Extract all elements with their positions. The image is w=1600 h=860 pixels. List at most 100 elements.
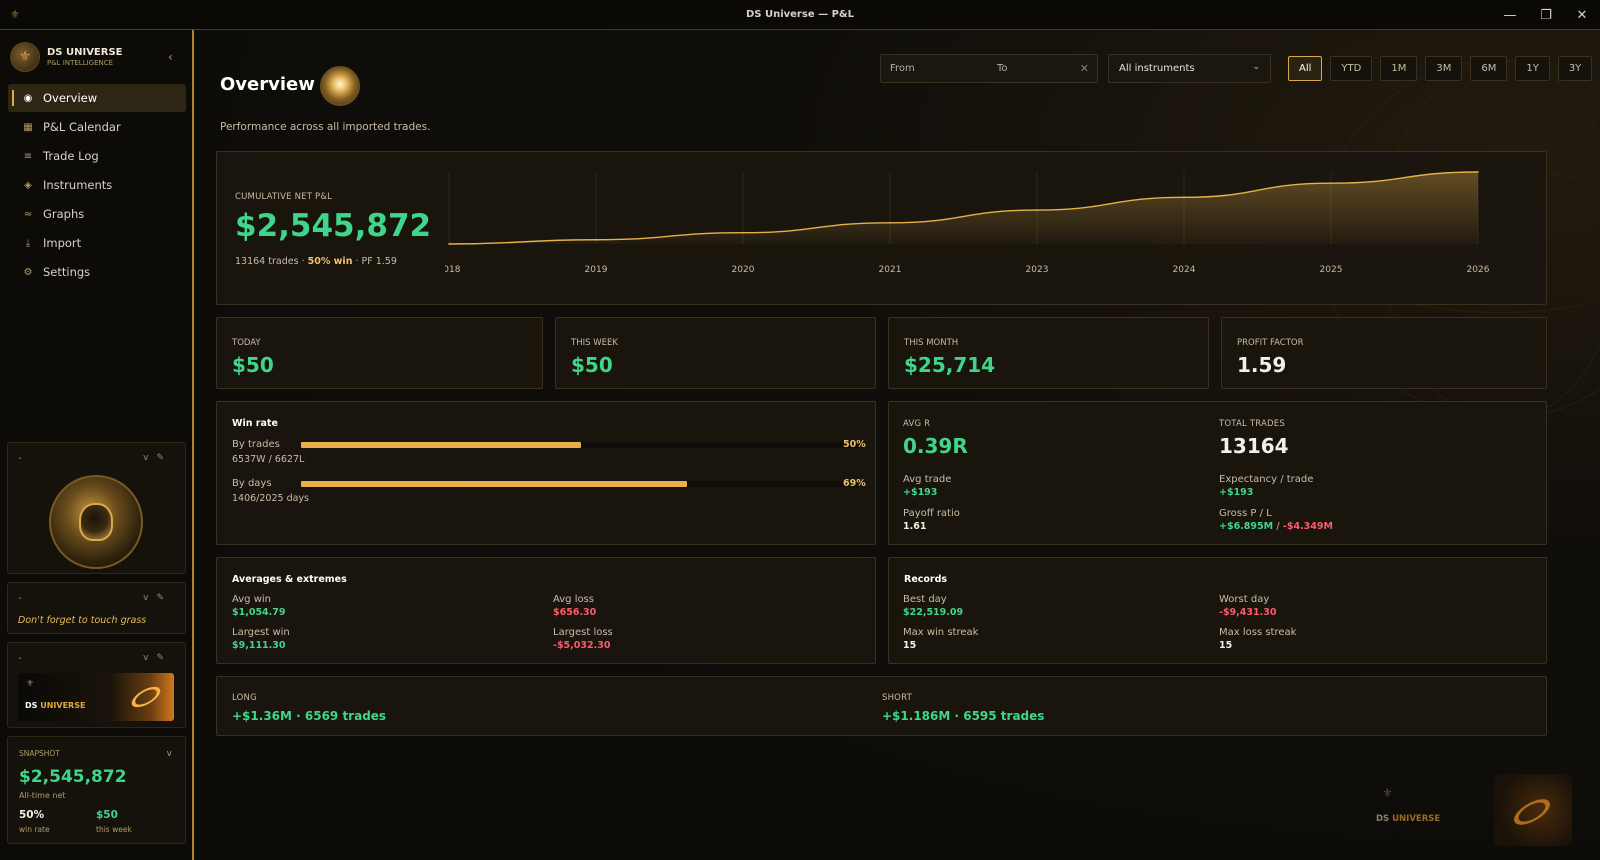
section-title: Records <box>904 574 948 585</box>
chart-point <box>1036 209 1038 211</box>
edit-icon[interactable]: ✎ <box>156 593 172 603</box>
chevron-down-icon[interactable]: v <box>143 593 156 603</box>
gear-icon: ⚙ <box>23 266 33 278</box>
progress-fill <box>301 442 581 448</box>
calendar-icon: ▦ <box>23 121 33 133</box>
chevron-down-icon[interactable]: v <box>167 749 172 759</box>
best-day-value: $22,519.09 <box>903 607 964 618</box>
snapshot-value: $2,545,872 <box>19 767 127 787</box>
range-tab-6m[interactable]: 6M <box>1470 56 1508 81</box>
edit-icon[interactable]: ✎ <box>156 653 172 663</box>
stat-value: $50 <box>571 353 613 377</box>
stat-value: $50 <box>232 353 274 377</box>
sidebar-item-label: Graphs <box>43 207 85 221</box>
stat-card-this-week: THIS WEEK $50 <box>555 317 876 389</box>
chart-x-tick-label: 2018 <box>445 265 461 275</box>
snapshot-win-rate-label: win rate <box>19 825 50 834</box>
close-icon[interactable]: ✕ <box>1564 0 1600 30</box>
summary-card: AVG R 0.39R TOTAL TRADES 13164 Avg trade… <box>888 401 1547 545</box>
largest-win-label: Largest win <box>232 627 290 638</box>
banner-logo-icon: ⚜ <box>26 679 35 689</box>
range-tab-1y[interactable]: 1Y <box>1515 56 1550 81</box>
clear-icon[interactable]: ✕ <box>1080 62 1089 75</box>
chevron-down-icon[interactable]: v <box>143 653 156 663</box>
page-title: Overview <box>220 74 315 95</box>
brand-name: DS UNIVERSE <box>47 47 123 58</box>
from-date-field[interactable]: From <box>890 63 915 74</box>
by-trades-progress-bar <box>301 442 861 448</box>
cumulative-pl-card: CUMULATIVE NET P&L $2,545,872 13164 trad… <box>216 151 1547 305</box>
total-trades-value: 13164 <box>1219 434 1289 458</box>
planet-ring-icon <box>1510 794 1554 830</box>
by-days-label: By days <box>232 478 272 489</box>
chart-x-tick-label: 2026 <box>1467 265 1490 275</box>
chart-x-tick-label: 2019 <box>585 265 608 275</box>
chart-point <box>889 221 891 224</box>
by-days-pct: 69% <box>843 478 866 489</box>
max-win-streak-value: 15 <box>903 640 917 651</box>
sidebar-item-trade-log[interactable]: ≡ Trade Log <box>8 142 186 170</box>
date-range-input[interactable]: From To ✕ <box>880 54 1098 83</box>
sidebar-item-pl-calendar[interactable]: ▦ P&L Calendar <box>8 113 186 141</box>
footer-logo-icon: ⚜ <box>1382 786 1393 800</box>
sidebar: ⚜ DS UNIVERSE P&L INTELLIGENCE ‹ ◉ Overv… <box>0 30 194 860</box>
sidebar-item-import[interactable]: ⤓ Import <box>8 229 186 257</box>
range-tab-all[interactable]: All <box>1288 56 1323 81</box>
stat-card-profit-factor: PROFIT FACTOR 1.59 <box>1221 317 1547 389</box>
widget-controls: v✎ <box>143 453 172 463</box>
stat-value: $25,714 <box>904 353 996 377</box>
max-loss-streak-label: Max loss streak <box>1219 627 1297 638</box>
worst-day-value: -$9,431.30 <box>1219 607 1277 618</box>
brand[interactable]: ⚜ DS UNIVERSE P&L INTELLIGENCE <box>10 42 123 72</box>
cumulative-value: $2,545,872 <box>235 208 432 244</box>
sidebar-item-settings[interactable]: ⚙ Settings <box>8 258 186 286</box>
restore-icon[interactable]: ❐ <box>1528 0 1564 30</box>
quote-text: Don't forget to touch grass <box>18 615 147 626</box>
range-tab-ytd[interactable]: YTD <box>1330 56 1373 81</box>
ds-universe-banner: ⚜ DS UNIVERSE <box>18 673 174 721</box>
sidebar-item-label: Overview <box>43 91 98 105</box>
payoff-value: 1.61 <box>903 521 927 532</box>
window-titlebar: ⚜ DS Universe — P&L — ❐ ✕ <box>0 0 1600 30</box>
footer-logo-accent: UNIVERSE <box>1392 814 1441 824</box>
avg-trade-label: Avg trade <box>903 474 952 485</box>
to-date-field[interactable]: To <box>997 63 1008 74</box>
cumulative-label: CUMULATIVE NET P&L <box>235 192 333 202</box>
snapshot-label: SNAPSHOT <box>19 749 60 758</box>
by-trades-sub: 6537W / 6627L <box>232 454 305 465</box>
snapshot-week: $50 <box>96 809 118 821</box>
max-loss-streak-value: 15 <box>1219 640 1233 651</box>
gross-values: +$6.895M / -$4.349M <box>1219 521 1333 532</box>
chart-point <box>1330 182 1332 184</box>
chevron-down-icon[interactable]: v <box>143 453 156 463</box>
avg-win-value: $1,054.79 <box>232 607 286 618</box>
sidebar-item-graphs[interactable]: ≈ Graphs <box>8 200 186 228</box>
stat-label: PROFIT FACTOR <box>1237 338 1304 348</box>
range-tab-3y[interactable]: 3Y <box>1557 56 1593 81</box>
astronaut-image <box>49 475 143 569</box>
sidebar-item-label: Instruments <box>43 178 113 192</box>
diamond-icon: ◈ <box>24 179 32 191</box>
expectancy-value: +$193 <box>1219 487 1254 498</box>
range-tab-3m[interactable]: 3M <box>1425 56 1463 81</box>
cumulative-pf: PF 1.59 <box>361 256 397 267</box>
minimize-icon[interactable]: — <box>1492 0 1528 30</box>
collapse-sidebar-icon[interactable]: ‹ <box>168 50 173 64</box>
chart-point <box>448 243 450 245</box>
payoff-label: Payoff ratio <box>903 508 960 519</box>
by-days-progress-bar <box>301 481 861 487</box>
astronaut-helmet <box>79 503 113 541</box>
win-rate-card: Win rate By trades 50% 6537W / 6627L By … <box>216 401 876 545</box>
instrument-select[interactable]: All instruments ⌄ <box>1108 54 1271 83</box>
sidebar-item-instruments[interactable]: ◈ Instruments <box>8 171 186 199</box>
footer-logo-text: DS UNIVERSE <box>1376 814 1440 824</box>
edit-icon[interactable]: ✎ <box>156 453 172 463</box>
gross-profit: +$6.895M <box>1219 521 1274 532</box>
sidebar-item-overview[interactable]: ◉ Overview <box>8 84 186 112</box>
range-tab-1m[interactable]: 1M <box>1380 56 1418 81</box>
footer-logo: ⚜ DS UNIVERSE <box>1372 782 1472 834</box>
instrument-select-value: All instruments <box>1119 63 1195 74</box>
brand-subtitle: P&L INTELLIGENCE <box>47 59 114 67</box>
widget-astronaut: - v✎ <box>7 442 186 574</box>
long-short-card: LONG +$1.36M · 6569 trades SHORT +$1.186… <box>216 676 1547 736</box>
